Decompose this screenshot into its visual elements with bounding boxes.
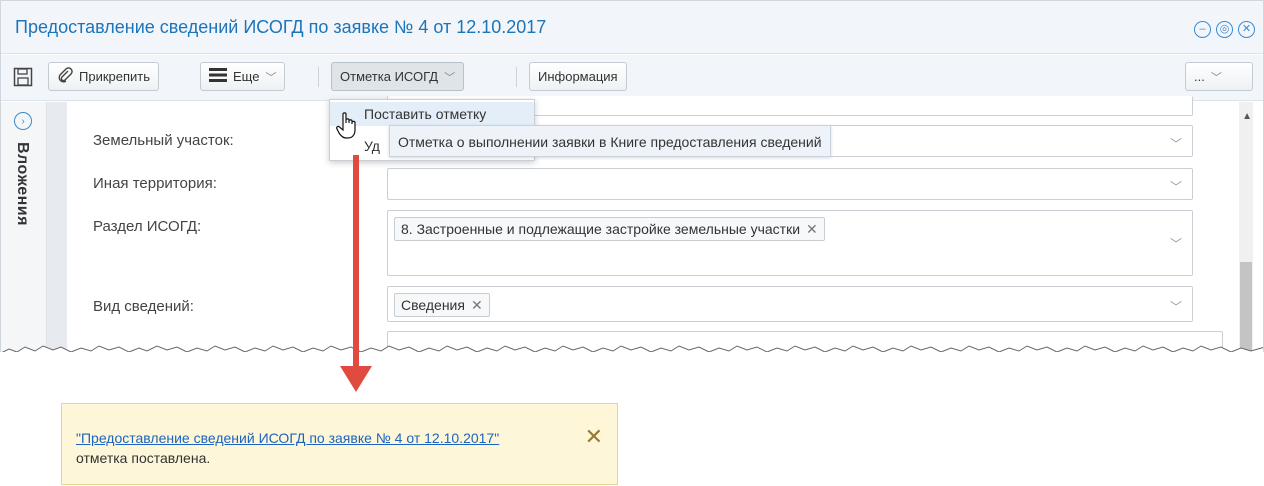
gutter xyxy=(47,102,67,352)
remove-tag-icon[interactable]: ✕ xyxy=(471,297,483,314)
hand-cursor-icon xyxy=(336,112,358,143)
overflow-label: ... xyxy=(1194,69,1205,84)
chevron-down-icon: ﹀ xyxy=(1210,71,1222,84)
hamburger-icon xyxy=(209,68,227,85)
minimize-icon[interactable]: – xyxy=(1194,21,1211,38)
close-icon[interactable]: ✕ xyxy=(1238,21,1255,38)
window-title: Предоставление сведений ИСОГД по заявке … xyxy=(15,17,547,37)
attach-button[interactable]: Прикрепить xyxy=(48,62,160,91)
notification-link[interactable]: "Предоставление сведений ИСОГД по заявке… xyxy=(76,430,499,446)
close-icon[interactable]: ✕ xyxy=(585,426,603,448)
remove-tag-icon[interactable]: ✕ xyxy=(806,221,818,238)
notification-message: отметка поставлена. xyxy=(76,450,211,466)
toolbar: Прикрепить Еще ﹀ Отметка ИСОГД ﹀ Информа… xyxy=(1,55,1263,101)
expand-circle-icon[interactable]: › xyxy=(14,112,32,130)
isogd-section-tag: 8. Застроенные и подлежащие застройке зе… xyxy=(394,217,825,241)
isogd-section-value: 8. Застроенные и подлежащие застройке зе… xyxy=(401,221,801,237)
notification-text: "Предоставление сведений ИСОГД по заявке… xyxy=(76,428,546,468)
info-label: Информация xyxy=(538,69,618,84)
isogd-section-label: Раздел ИСОГД: xyxy=(93,218,202,235)
chevron-down-icon: ﹀ xyxy=(265,71,277,84)
other-territory-label: Иная территория: xyxy=(93,175,217,192)
toolbar-separator xyxy=(516,67,517,87)
save-icon[interactable] xyxy=(13,67,33,90)
isogd-mark-label: Отметка ИСОГД xyxy=(340,69,439,84)
menu-item-set-mark[interactable]: Поставить отметку xyxy=(330,102,534,126)
info-type-select[interactable]: Сведения ✕ ﹀ xyxy=(387,286,1193,322)
chevron-down-icon: ﹀ xyxy=(1169,137,1182,151)
isogd-section-select[interactable]: 8. Застроенные и подлежащие застройке зе… xyxy=(387,210,1193,276)
info-button[interactable]: Информация xyxy=(529,62,627,91)
chevron-down-icon: ﹀ xyxy=(1169,237,1182,251)
form-window: Предоставление сведений ИСОГД по заявке … xyxy=(0,0,1264,352)
toolbar-separator xyxy=(318,67,319,87)
info-type-label: Вид сведений: xyxy=(93,298,194,315)
tooltip: Отметка о выполнении заявки в Книге пред… xyxy=(389,125,831,157)
paperclip-icon xyxy=(57,67,73,86)
torn-edge xyxy=(1,345,1263,352)
chevron-down-icon: ﹀ xyxy=(1169,300,1182,314)
overflow-button[interactable]: ... ﹀ xyxy=(1185,62,1253,91)
chevron-down-icon: ﹀ xyxy=(1169,180,1182,194)
chevron-down-icon: ﹀ xyxy=(444,71,456,84)
scroll-up-icon[interactable]: ▲ xyxy=(1242,111,1252,122)
title-bar: Предоставление сведений ИСОГД по заявке … xyxy=(1,1,1263,54)
notification-popup: "Предоставление сведений ИСОГД по заявке… xyxy=(61,403,618,485)
info-type-tag: Сведения ✕ xyxy=(394,293,490,317)
attachments-panel-toggle[interactable]: › Вложения xyxy=(1,102,47,352)
land-plot-label: Земельный участок: xyxy=(93,132,234,149)
attach-label: Прикрепить xyxy=(79,69,151,84)
more-label: Еще xyxy=(233,69,260,84)
more-button[interactable]: Еще ﹀ xyxy=(200,62,286,91)
arrow-shaft xyxy=(353,155,359,370)
attachments-label: Вложения xyxy=(14,142,31,226)
restore-icon[interactable]: ◎ xyxy=(1216,21,1233,38)
arrow-down-icon xyxy=(340,366,372,392)
other-territory-select[interactable]: ﹀ xyxy=(387,168,1193,200)
info-type-value: Сведения xyxy=(401,297,465,313)
isogd-mark-button[interactable]: Отметка ИСОГД ﹀ xyxy=(331,62,465,91)
